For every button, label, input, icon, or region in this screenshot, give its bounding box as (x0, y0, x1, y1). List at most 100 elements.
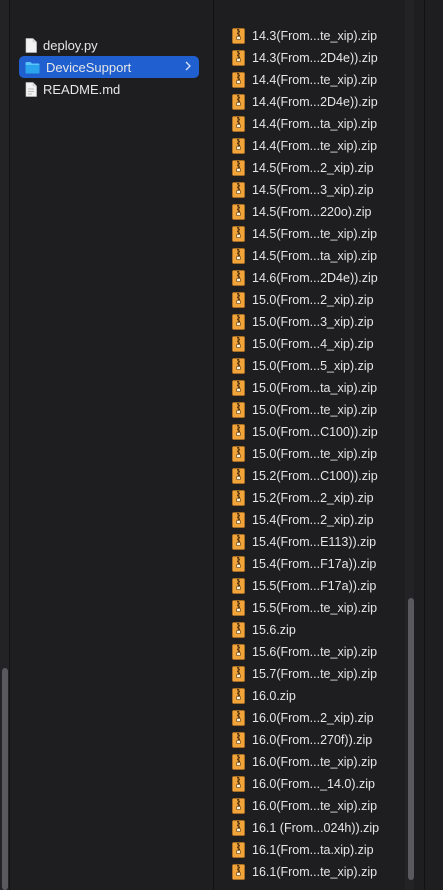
file-list-item[interactable]: 15.0(From...ta_xip).zip (232, 377, 377, 399)
file-name: 16.1 (From...024h)).zip (252, 821, 380, 835)
folder-icon (25, 61, 40, 73)
file-name: 15.4(From...E113)).zip (252, 535, 377, 549)
zip-archive-icon (232, 578, 245, 594)
file-list-item[interactable]: 16.1(From...te_xip).zip (232, 861, 377, 883)
file-list-item[interactable]: 15.5(From...F17a)).zip (232, 575, 376, 597)
file-name: 15.5(From...te_xip).zip (252, 601, 378, 615)
finder-window: deploy.py DeviceSupport README.md 14.3(F… (0, 0, 443, 890)
file-list-item[interactable]: 16.0(From...270f)).zip (232, 729, 372, 751)
file-list-item[interactable]: 15.0(From...te_xip).zip (232, 443, 377, 465)
file-list-item[interactable]: 15.6.zip (232, 619, 296, 641)
file-list-item[interactable]: 14.5(From...te_xip).zip (232, 223, 377, 245)
zip-archive-icon (232, 204, 245, 220)
file-list-item[interactable]: 15.4(From...F17a)).zip (232, 553, 376, 575)
file-name: 14.5(From...te_xip).zip (252, 227, 378, 241)
file-list-item[interactable]: 15.2(From...C100)).zip (232, 465, 378, 487)
file-list-item[interactable]: 15.0(From...4_xip).zip (232, 333, 374, 355)
file-list-item[interactable]: 14.5(From...220o).zip (232, 201, 372, 223)
file-list-item[interactable]: 16.0(From...te_xip).zip (232, 751, 377, 773)
file-name: 14.5(From...220o).zip (252, 205, 372, 219)
zip-archive-icon (232, 644, 245, 660)
zip-archive-icon (232, 270, 245, 286)
file-list-item[interactable]: 14.4(From...ta_xip).zip (232, 113, 377, 135)
file-list-item[interactable]: 14.4(From...te_xip).zip (232, 69, 377, 91)
file-name: deploy.py (43, 37, 98, 53)
file-list-item[interactable]: 15.0(From...3_xip).zip (232, 311, 374, 333)
file-name: 15.0(From...2_xip).zip (252, 293, 374, 307)
file-name: 14.5(From...2_xip).zip (252, 161, 374, 175)
zip-archive-icon (232, 512, 245, 528)
file-name: 15.7(From...te_xip).zip (252, 667, 378, 681)
file-name: 16.1(From...te_xip).zip (252, 865, 378, 879)
document-icon (25, 81, 37, 97)
file-list-item[interactable]: 16.0(From..._14.0).zip (232, 773, 375, 795)
file-name: 14.4(From...ta_xip).zip (252, 117, 378, 131)
file-list-item[interactable]: 14.4(From...te_xip).zip (232, 135, 377, 157)
file-list-item[interactable]: 15.4(From...2_xip).zip (232, 509, 374, 531)
file-name: 16.1(From...ta.xip).zip (252, 843, 374, 857)
file-name: 16.0.zip (252, 689, 296, 703)
file-name: README.md (43, 81, 121, 97)
file-list-item[interactable]: 16.0(From...te_xip).zip (232, 795, 377, 817)
file-list-item[interactable]: 15.4(From...E113)).zip (232, 531, 376, 553)
column-divider[interactable] (424, 0, 425, 890)
file-list-item[interactable]: 16.0.zip (232, 685, 296, 707)
file-list-item[interactable]: 14.5(From...2_xip).zip (232, 157, 374, 179)
file-list-item[interactable]: 16.1(From...ta.xip).zip (232, 839, 374, 861)
sidebar-item-deploy-py[interactable]: deploy.py (19, 34, 199, 56)
file-name: 16.0(From...2_xip).zip (252, 711, 374, 725)
file-list-item[interactable]: 14.3(From...te_xip).zip (232, 25, 377, 47)
zip-archive-icon (232, 292, 245, 308)
file-name: 16.0(From..._14.0).zip (252, 777, 375, 791)
folder-name: DeviceSupport (46, 59, 132, 75)
file-name: 15.4(From...F17a)).zip (252, 557, 377, 571)
zip-archive-icon (232, 358, 245, 374)
file-name: 15.4(From...2_xip).zip (252, 513, 374, 527)
zip-archive-icon (232, 336, 245, 352)
file-name: 16.0(From...te_xip).zip (252, 755, 378, 769)
chevron-right-icon (185, 61, 191, 71)
file-name: 15.0(From...ta_xip).zip (252, 381, 378, 395)
file-list-item[interactable]: 15.0(From...2_xip).zip (232, 289, 374, 311)
zip-archive-icon (232, 182, 245, 198)
file-list-item[interactable]: 14.5(From...3_xip).zip (232, 179, 374, 201)
file-list-item[interactable]: 15.0(From...5_xip).zip (232, 355, 374, 377)
file-list-item[interactable]: 15.5(From...te_xip).zip (232, 597, 377, 619)
file-name: 15.0(From...C100)).zip (252, 425, 378, 439)
file-list-item[interactable]: 14.5(From...ta_xip).zip (232, 245, 377, 267)
files-column-scrollbar[interactable] (408, 598, 414, 880)
zip-archive-icon (232, 402, 245, 418)
file-list-item[interactable]: 15.6(From...te_xip).zip (232, 641, 377, 663)
zip-archive-icon (232, 248, 245, 264)
file-name: 15.0(From...te_xip).zip (252, 447, 378, 461)
zip-archive-icon (232, 138, 245, 154)
zip-archive-icon (232, 688, 245, 704)
sidebar-item-readme-md[interactable]: README.md (19, 78, 199, 100)
zip-archive-icon (232, 820, 245, 836)
file-name: 14.4(From...2D4e)).zip (252, 95, 378, 109)
zip-archive-icon (232, 446, 245, 462)
file-name: 14.3(From...2D4e)).zip (252, 51, 378, 65)
sidebar-item-devicesupport[interactable]: DeviceSupport (19, 56, 199, 78)
file-list-item[interactable]: 16.0(From...2_xip).zip (232, 707, 374, 729)
file-name: 15.6.zip (252, 623, 296, 637)
zip-archive-icon (232, 380, 245, 396)
file-list-item[interactable]: 15.7(From...te_xip).zip (232, 663, 377, 685)
file-list-item[interactable]: 15.0(From...te_xip).zip (232, 399, 377, 421)
file-list-item[interactable]: 14.6(From...2D4e)).zip (232, 267, 378, 289)
file-list-item[interactable]: 14.3(From...2D4e)).zip (232, 47, 378, 69)
file-list-item[interactable]: 15.0(From...C100)).zip (232, 421, 378, 443)
file-name: 14.5(From...ta_xip).zip (252, 249, 378, 263)
zip-archive-icon (232, 72, 245, 88)
zip-archive-icon (232, 732, 245, 748)
file-list-item[interactable]: 15.2(From...2_xip).zip (232, 487, 374, 509)
zip-archive-icon (232, 842, 245, 858)
previous-column-scrollbar[interactable] (2, 668, 8, 890)
file-list-item[interactable]: 14.4(From...2D4e)).zip (232, 91, 378, 113)
file-list-item[interactable]: 16.1 (From...024h)).zip (232, 817, 379, 839)
zip-archive-icon (232, 754, 245, 770)
file-name: 15.0(From...3_xip).zip (252, 315, 374, 329)
zip-archive-icon (232, 28, 245, 44)
previous-column-edge (0, 0, 9, 890)
document-icon (25, 37, 37, 53)
